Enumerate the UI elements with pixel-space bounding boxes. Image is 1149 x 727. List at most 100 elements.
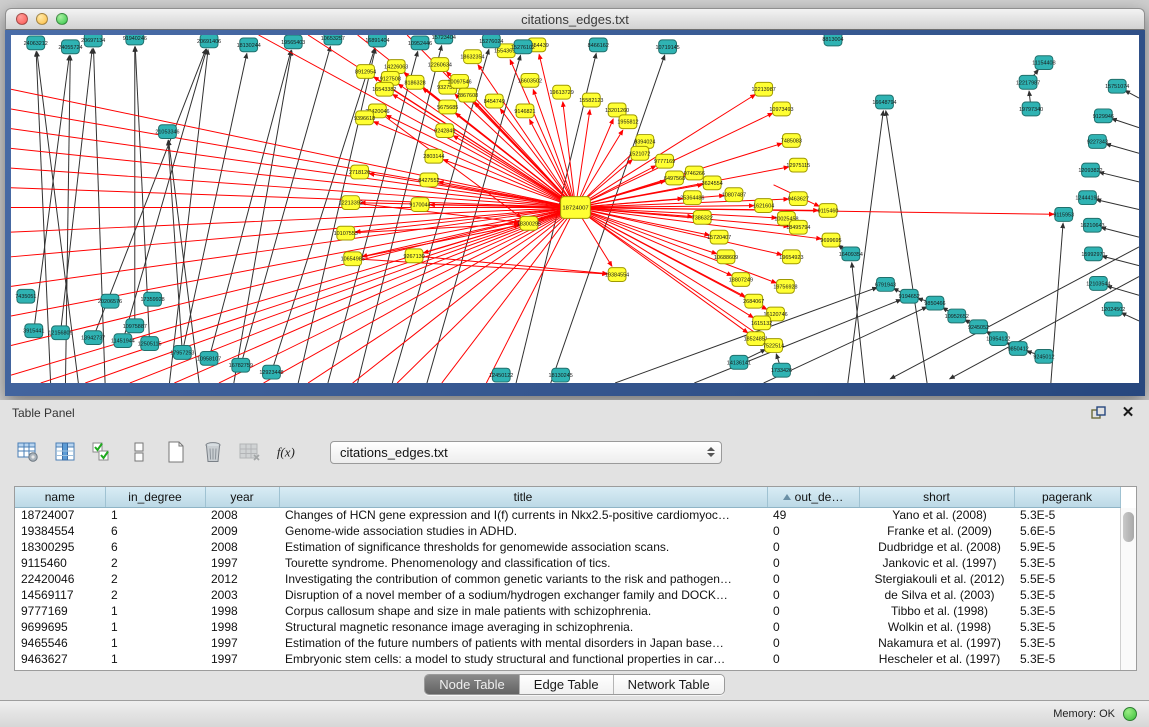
graph-node[interactable]: 9115953 xyxy=(1053,208,1074,222)
cell[interactable]: 2008 xyxy=(205,507,279,523)
citation-edge-red[interactable] xyxy=(174,208,575,383)
graph-node[interactable]: 9267130 xyxy=(403,249,424,263)
graph-node[interactable]: 10952652 xyxy=(945,309,969,323)
graph-node[interactable]: 20691406 xyxy=(197,35,221,48)
graph-node[interactable]: 20206576 xyxy=(98,294,122,308)
graph-node[interactable]: 15751074 xyxy=(1105,79,1129,93)
tab-node-table[interactable]: Node Table xyxy=(425,675,519,694)
cell[interactable]: Wolkin et al. (1998) xyxy=(859,619,1014,635)
graph-node[interactable]: 8912954 xyxy=(355,65,376,79)
cell[interactable]: 9115460 xyxy=(15,555,105,571)
cell[interactable]: 0 xyxy=(767,539,859,555)
graph-node[interactable]: 9850412 xyxy=(1008,342,1029,356)
graph-node[interactable]: 12217987 xyxy=(1016,75,1040,89)
graph-node[interactable]: 12103544 xyxy=(1086,277,1110,291)
float-panel-icon[interactable] xyxy=(1089,405,1107,421)
graph-node[interactable]: 8466162 xyxy=(588,38,609,52)
graph-node[interactable]: 10654985 xyxy=(341,252,365,266)
graph-node[interactable]: 10973493 xyxy=(769,102,793,116)
graph-node[interactable]: 2684067 xyxy=(743,294,764,308)
citation-edge-black[interactable] xyxy=(852,263,865,383)
citation-edge-red[interactable] xyxy=(575,119,613,208)
cell[interactable]: 1 xyxy=(105,507,205,523)
column-header-name[interactable]: name xyxy=(15,487,105,507)
graph-node[interactable]: 9146821 xyxy=(514,104,535,118)
table-settings-icon[interactable] xyxy=(16,440,40,464)
cell[interactable]: 9465546 xyxy=(15,635,105,651)
graph-node[interactable]: 18130245 xyxy=(549,368,573,382)
column-header-year[interactable]: year xyxy=(205,487,279,507)
show-columns-icon[interactable] xyxy=(53,440,77,464)
citation-edge-black[interactable] xyxy=(168,140,182,352)
table-header-row[interactable]: namein_degreeyeartitleout_de…shortpagera… xyxy=(15,487,1120,507)
graph-node[interactable]: 10807487 xyxy=(722,188,746,202)
citation-edge-red[interactable] xyxy=(374,122,576,208)
delete-entries-icon[interactable] xyxy=(201,440,225,464)
graph-node[interactable]: 9396618 xyxy=(354,111,375,125)
cell[interactable]: 2 xyxy=(105,555,205,571)
table-row[interactable]: 946554611997Estimation of the future num… xyxy=(15,635,1120,651)
cell[interactable]: Hescheler et al. (1997) xyxy=(859,651,1014,667)
graph-node[interactable]: 16603502 xyxy=(518,73,542,87)
citation-network-graph[interactable]: 1125443912260634186323541554369416603502… xyxy=(11,35,1139,383)
cell[interactable]: 5.3E-5 xyxy=(1014,651,1120,667)
graph-node[interactable]: 21053346 xyxy=(155,125,179,139)
graph-node[interactable]: 18632354 xyxy=(460,50,484,64)
cell[interactable]: 14569117 xyxy=(15,587,105,603)
cell[interactable]: Embryonic stem cells: a model to study s… xyxy=(279,651,767,667)
cell[interactable]: 0 xyxy=(767,555,859,571)
citation-edge-black[interactable] xyxy=(1107,286,1139,295)
graph-node[interactable]: 12260634 xyxy=(428,58,452,72)
graph-node[interactable]: 10719145 xyxy=(656,40,680,54)
hub-node[interactable]: 18724007 xyxy=(561,197,591,219)
table-row[interactable]: 2242004622012Investigating the contribut… xyxy=(15,571,1120,587)
cell[interactable]: 5.3E-5 xyxy=(1014,619,1120,635)
cell[interactable]: 0 xyxy=(767,571,859,587)
graph-node[interactable]: 9850466 xyxy=(924,296,945,310)
select-all-icon[interactable] xyxy=(90,440,114,464)
memory-ok-icon[interactable] xyxy=(1123,707,1137,721)
graph-node[interactable]: 9242845 xyxy=(434,124,455,138)
citation-edge-black[interactable] xyxy=(1101,227,1139,237)
table-row[interactable]: 946362711997Embryonic stem cells: a mode… xyxy=(15,651,1120,667)
cell[interactable]: 0 xyxy=(767,619,859,635)
graph-node[interactable]: 1521072 xyxy=(629,146,650,160)
graph-node[interactable]: 8454749 xyxy=(484,94,505,108)
cell[interactable]: 1998 xyxy=(205,619,279,635)
cell[interactable]: 2 xyxy=(105,571,205,587)
graph-node[interactable]: 10107553 xyxy=(334,226,358,240)
scrollbar-thumb[interactable] xyxy=(1123,512,1134,542)
graph-node[interactable]: 3624554 xyxy=(702,176,723,190)
cell[interactable]: 0 xyxy=(767,587,859,603)
cell[interactable]: 5.3E-5 xyxy=(1014,603,1120,619)
graph-node[interactable]: 9194652 xyxy=(899,289,920,303)
cell[interactable]: 1998 xyxy=(205,603,279,619)
graph-node[interactable]: 1955812 xyxy=(617,115,638,129)
citation-edge-black[interactable] xyxy=(271,48,374,372)
graph-node[interactable]: 1615132 xyxy=(751,316,772,330)
graph-node[interactable]: 13942737 xyxy=(81,331,105,345)
graph-node[interactable]: 25364486 xyxy=(680,191,704,205)
citation-edge-black[interactable] xyxy=(1125,91,1139,99)
cell[interactable]: 1 xyxy=(105,635,205,651)
graph-node[interactable]: 8813004 xyxy=(822,35,843,46)
graph-node[interactable]: 16543382 xyxy=(372,82,396,96)
graph-node[interactable]: 9170044 xyxy=(409,198,430,212)
graph-node[interactable]: 19384554 xyxy=(605,268,629,282)
graph-node[interactable]: 9129946 xyxy=(1093,109,1114,123)
citation-edge-black[interactable] xyxy=(1102,256,1139,266)
window-titlebar[interactable]: citations_edges.txt xyxy=(5,8,1145,30)
graph-node[interactable]: 15276024 xyxy=(479,35,503,48)
graph-node[interactable]: 15723404 xyxy=(432,35,456,44)
graph-node[interactable]: 14136141 xyxy=(727,355,751,369)
cell[interactable]: 0 xyxy=(767,635,859,651)
cell[interactable]: Disruption of a novel member of a sodium… xyxy=(279,587,767,603)
graph-node[interactable]: 12093822 xyxy=(1078,163,1102,177)
network-canvas[interactable]: 1125443912260634186323541554369416603502… xyxy=(11,35,1139,383)
citation-edge-red[interactable] xyxy=(575,110,589,208)
graph-node[interactable]: 12213392 xyxy=(339,196,363,210)
graph-node[interactable]: 16210643 xyxy=(1080,218,1104,232)
graph-node[interactable]: 18807249 xyxy=(729,273,753,287)
cell[interactable]: Franke et al. (2009) xyxy=(859,523,1014,539)
cell[interactable]: 5.3E-5 xyxy=(1014,507,1120,523)
